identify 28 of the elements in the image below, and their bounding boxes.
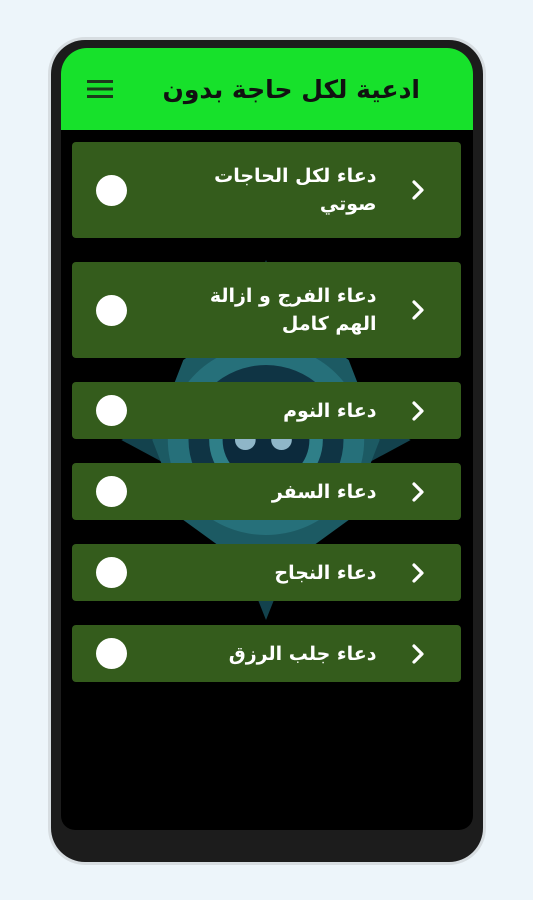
list-item[interactable]: دعاء السفر xyxy=(72,463,460,520)
list-item[interactable]: دعاء الفرج و ازالة الهم كامل xyxy=(72,262,460,358)
item-label: دعاء لكل الحاجات xyxy=(214,165,376,187)
item-label: دعاء جلب الرزق xyxy=(228,642,376,664)
chevron-icon xyxy=(410,400,424,422)
circle-icon xyxy=(96,294,126,326)
circle-icon xyxy=(96,174,126,206)
circle-icon xyxy=(96,638,126,669)
circle-icon xyxy=(96,395,126,426)
item-label: دعاء النجاح xyxy=(274,562,376,584)
menu-icon[interactable] xyxy=(86,79,112,99)
chevron-icon xyxy=(410,562,424,584)
list-item[interactable]: دعاء لكل الحاجات صوتي xyxy=(72,142,460,238)
list-item[interactable]: دعاء النوم xyxy=(72,382,460,439)
chevron-icon xyxy=(410,642,424,664)
circle-icon xyxy=(96,557,126,588)
item-label: الهم كامل xyxy=(282,313,376,335)
chevron-icon xyxy=(410,179,424,201)
item-label: دعاء الفرج و ازالة xyxy=(210,285,376,307)
app-title: ادعية لكل حاجة بدون xyxy=(162,74,420,104)
list-item[interactable]: دعاء النجاح xyxy=(72,544,460,601)
chevron-icon xyxy=(410,480,424,502)
chevron-icon xyxy=(410,299,424,321)
item-label: صوتي xyxy=(320,193,376,215)
list-item[interactable]: دعاء جلب الرزق xyxy=(72,625,460,682)
item-label: دعاء النوم xyxy=(283,400,376,422)
item-label: دعاء السفر xyxy=(272,480,376,502)
circle-icon xyxy=(96,476,126,507)
